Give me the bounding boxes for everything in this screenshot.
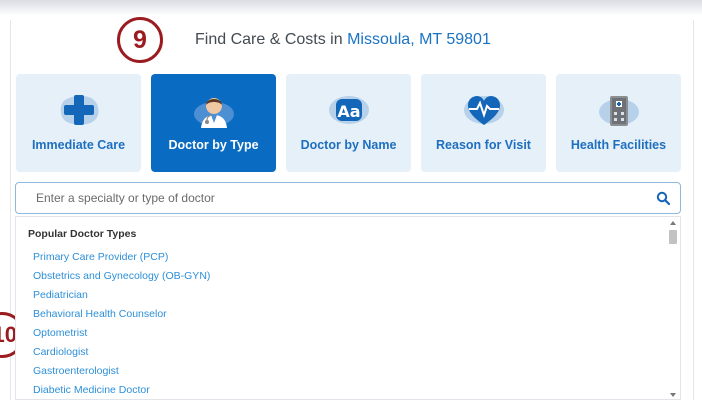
tile-label: Health Facilities <box>570 138 667 152</box>
tile-doctor-by-type[interactable]: Doctor by Type <box>151 74 276 172</box>
tile-doctor-by-name[interactable]: Aa Doctor by Name <box>286 74 411 172</box>
list-item[interactable]: Optometrist <box>33 324 210 343</box>
list-item[interactable]: Obstetrics and Gynecology (OB-GYN) <box>33 267 210 286</box>
tile-immediate-care[interactable]: Immediate Care <box>16 74 141 172</box>
scrollbar-thumb[interactable] <box>669 230 677 244</box>
medical-cross-icon <box>60 95 99 125</box>
page-title: Find Care & Costs in Missoula, MT 59801 <box>195 31 491 51</box>
tile-reason-for-visit[interactable]: Reason for Visit <box>421 74 546 172</box>
heart-pulse-icon <box>464 96 504 125</box>
top-shadow <box>0 0 702 16</box>
specialty-search-input[interactable] <box>36 189 636 207</box>
tile-label: Doctor by Type <box>168 138 259 152</box>
dropdown-heading: Popular Doctor Types <box>28 228 137 240</box>
list-item[interactable]: Cardiologist <box>33 343 210 362</box>
list-item[interactable]: Pediatrician <box>33 286 210 305</box>
list-item[interactable]: Diabetic Medicine Doctor <box>33 381 210 399</box>
scroll-up-arrow-icon[interactable] <box>670 221 676 225</box>
list-item[interactable]: Primary Care Provider (PCP) <box>33 248 210 267</box>
tile-health-facilities[interactable]: Health Facilities <box>556 74 681 172</box>
tile-label: Immediate Care <box>31 138 126 152</box>
name-letters-icon: Aa <box>329 96 369 124</box>
tile-label: Reason for Visit <box>436 138 531 152</box>
list-item[interactable]: Gastroenterologist <box>33 362 210 381</box>
search-icon[interactable] <box>656 191 670 205</box>
list-item[interactable]: Behavioral Health Counselor <box>33 305 210 324</box>
scroll-down-arrow-icon[interactable] <box>670 393 676 397</box>
step-badge-nine: 9 <box>117 17 163 63</box>
location-link[interactable]: Missoula, MT 59801 <box>347 31 491 48</box>
doctor-type-dropdown: Popular Doctor Types Primary Care Provid… <box>15 216 681 400</box>
hospital-building-icon <box>599 96 639 126</box>
care-type-tiles: Immediate Care Doctor by Type Aa Doctor … <box>16 74 681 172</box>
title-prefix: Find Care & Costs in <box>195 31 343 48</box>
doctor-type-list: Primary Care Provider (PCP) Obstetrics a… <box>33 248 210 399</box>
doctor-icon <box>194 98 234 128</box>
svg-text:Aa: Aa <box>337 102 360 121</box>
tile-label: Doctor by Name <box>300 138 397 152</box>
dropdown-scrollbar[interactable] <box>668 221 678 397</box>
specialty-search-box <box>15 182 681 214</box>
